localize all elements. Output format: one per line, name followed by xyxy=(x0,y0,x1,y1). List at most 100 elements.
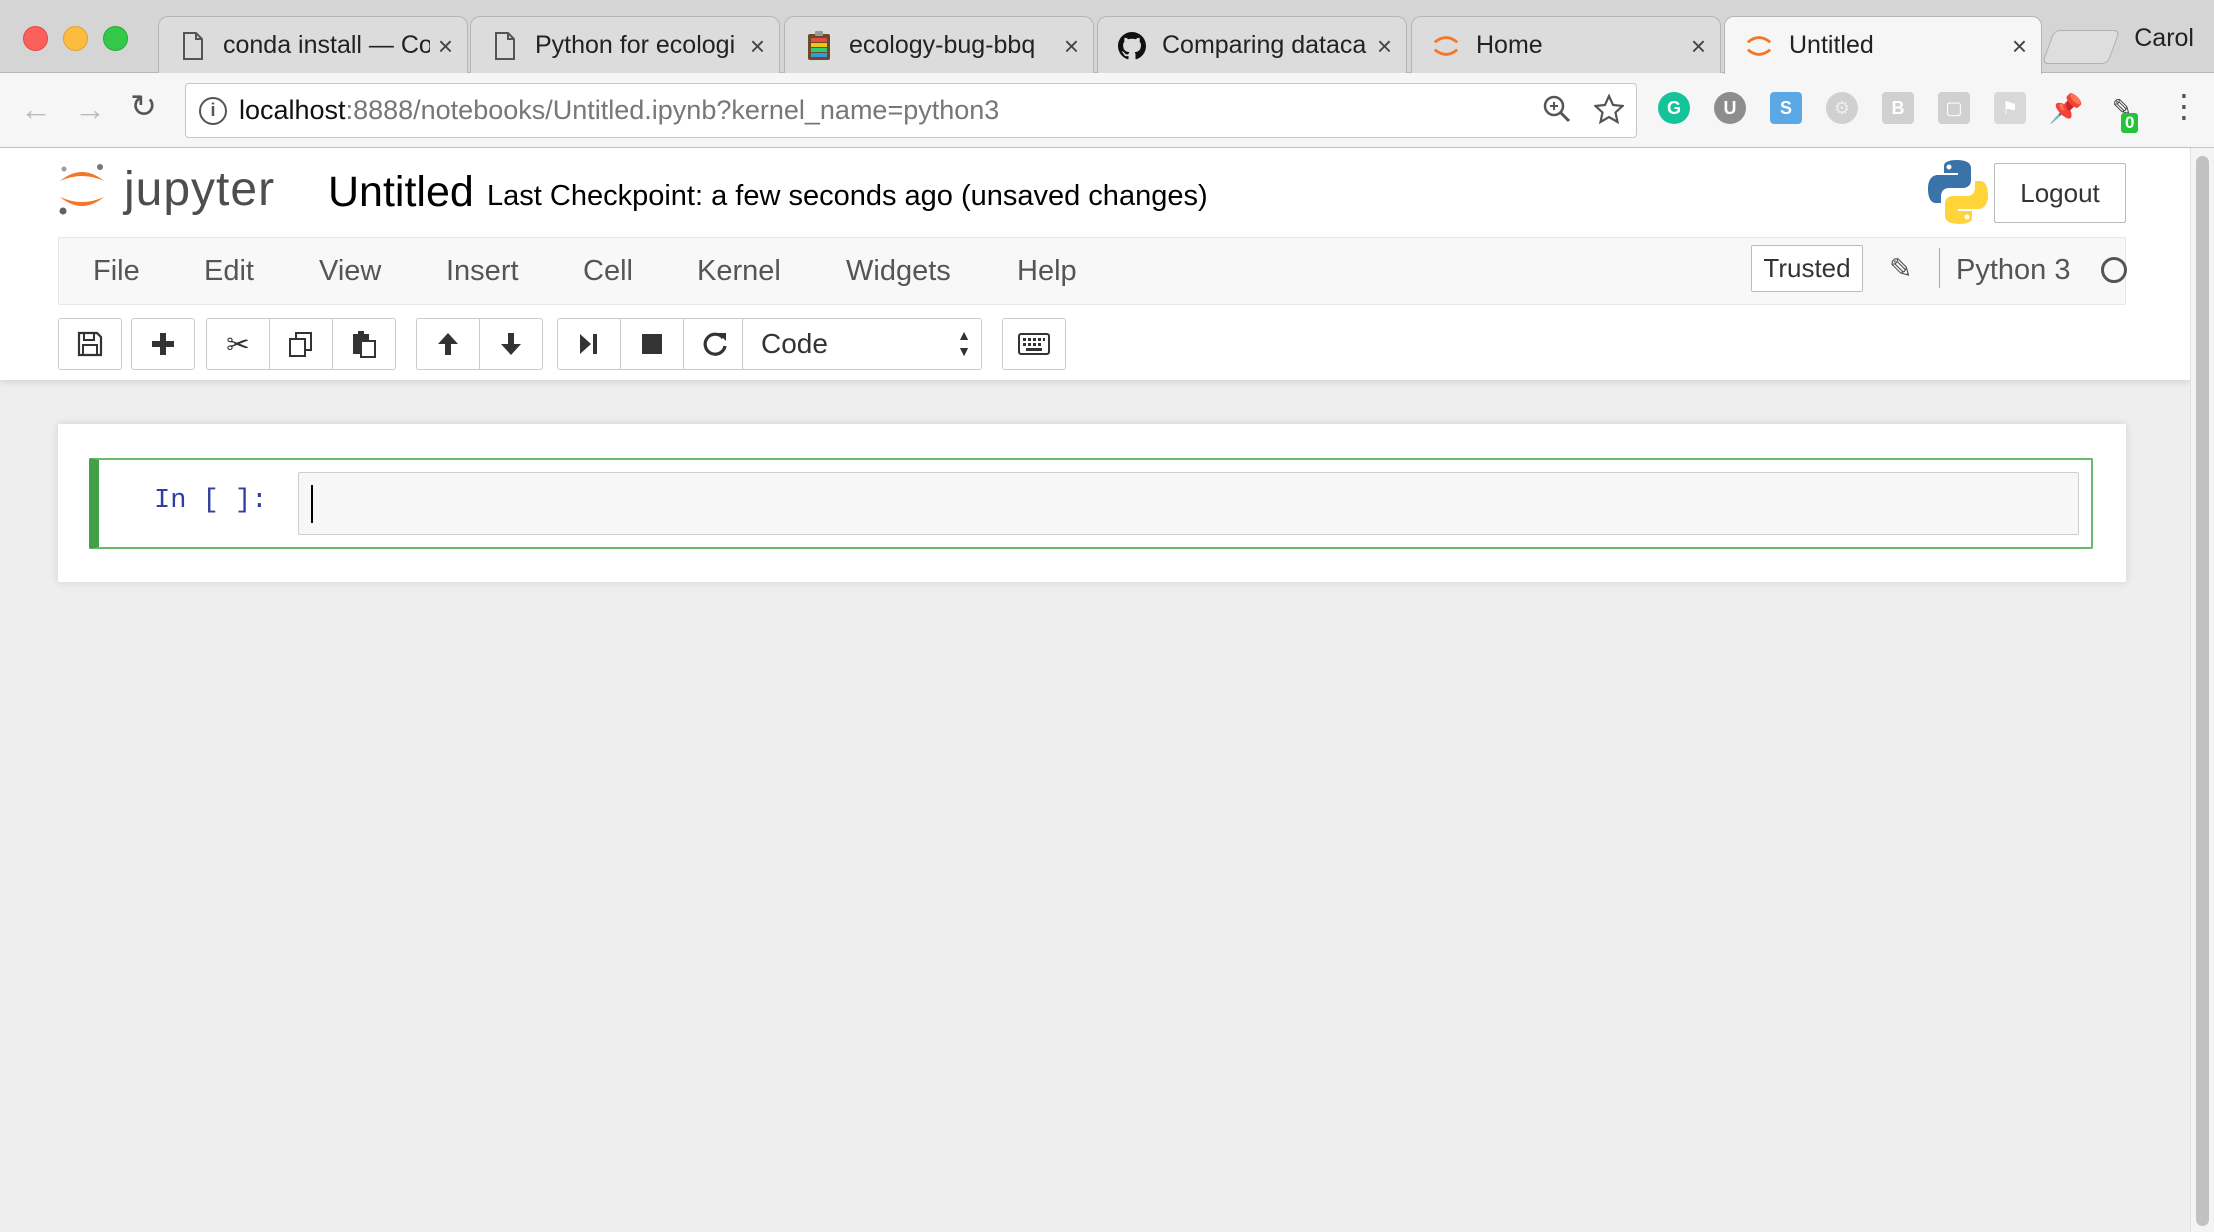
close-tab-icon[interactable]: × xyxy=(750,33,765,59)
forward-arrow-icon[interactable]: → xyxy=(74,91,106,128)
command-palette-button[interactable] xyxy=(1002,318,1066,370)
shield-extension-icon[interactable]: ⚑ xyxy=(1994,92,2026,124)
kernel-divider xyxy=(1939,248,1940,288)
url-text[interactable]: localhost:8888/notebooks/Untitled.ipynb?… xyxy=(239,95,999,126)
url-host: localhost xyxy=(239,95,346,125)
interrupt-button[interactable] xyxy=(620,318,684,370)
clipboard-group: ✂ xyxy=(206,318,396,370)
cell-type-select[interactable]: Code ▲ ▼ xyxy=(742,318,982,370)
stop-icon xyxy=(642,334,662,354)
info-icon[interactable]: i xyxy=(199,96,227,125)
close-tab-icon[interactable]: × xyxy=(438,33,453,59)
insert-group xyxy=(131,318,195,370)
jupyter-logo-text: jupyter xyxy=(124,162,276,216)
text-cursor xyxy=(311,485,313,523)
zoom-icon[interactable] xyxy=(1542,94,1572,132)
tab-title: ecology-bug-bbq xyxy=(849,31,1036,59)
menu-cell[interactable]: Cell xyxy=(583,255,633,288)
screen-extension-icon[interactable]: ▢ xyxy=(1938,92,1970,124)
copy-button[interactable] xyxy=(269,318,333,370)
code-input-area[interactable] xyxy=(298,472,2079,535)
menu-file[interactable]: File xyxy=(93,255,140,288)
github-icon xyxy=(1118,31,1146,61)
document-icon xyxy=(179,31,207,61)
clipboard-icon xyxy=(805,30,833,61)
page-scrollbar[interactable] xyxy=(2190,148,2214,1232)
close-window-button[interactable] xyxy=(23,26,48,51)
bookmark-star-icon[interactable] xyxy=(1592,93,1626,132)
browser-tab[interactable]: Python for ecologi × xyxy=(470,16,780,74)
menu-dots-icon[interactable]: ⋮ xyxy=(2168,87,2200,125)
menu-widgets[interactable]: Widgets xyxy=(846,255,951,288)
notebook-container: In [ ]: xyxy=(58,424,2126,582)
profile-name[interactable]: Carol xyxy=(2134,24,2194,53)
jupyter-logo-icon xyxy=(59,164,104,215)
cell-input-prompt: In [ ]: xyxy=(154,486,268,516)
menu-view[interactable]: View xyxy=(319,255,381,288)
browser-tab-strip: conda install — Co × Python for ecologi … xyxy=(0,0,2214,74)
checkpoint-status: Last Checkpoint: a few seconds ago (unsa… xyxy=(487,180,1208,212)
pin-extension-icon[interactable]: 📌 xyxy=(2049,92,2084,124)
notebook-title[interactable]: Untitled xyxy=(328,168,474,217)
browser-tab[interactable]: ecology-bug-bbq × xyxy=(784,16,1094,74)
trusted-indicator[interactable]: Trusted xyxy=(1751,245,1863,292)
jupyter-page: jupyter Untitled Last Checkpoint: a few … xyxy=(0,148,2190,1232)
new-tab-button[interactable] xyxy=(2041,30,2121,64)
document-icon xyxy=(491,31,519,61)
insert-cell-button[interactable] xyxy=(131,318,195,370)
back-arrow-icon[interactable]: ← xyxy=(20,91,52,128)
tab-title: Comparing dataca xyxy=(1162,31,1367,59)
select-arrows-icon: ▲ ▼ xyxy=(957,327,971,359)
gear-extension-icon[interactable]: ⚙ xyxy=(1826,92,1858,124)
ublock-extension-icon[interactable]: U xyxy=(1714,92,1746,124)
tab-title: Python for ecologi xyxy=(535,31,736,59)
close-tab-icon[interactable]: × xyxy=(1691,33,1706,59)
notebook-menubar: File Edit View Insert Cell Kernel Widget… xyxy=(58,237,2127,305)
restart-icon xyxy=(703,332,727,356)
edit-pencil-icon[interactable]: ✎ xyxy=(1889,252,1912,285)
restart-button[interactable] xyxy=(683,318,747,370)
step-forward-icon xyxy=(580,334,597,354)
python-logo-icon xyxy=(1928,160,1988,224)
scrollbar-thumb[interactable] xyxy=(2196,156,2209,1226)
paste-icon xyxy=(353,331,376,358)
move-up-button[interactable] xyxy=(416,318,480,370)
kernel-name[interactable]: Python 3 xyxy=(1956,254,2070,287)
browser-tab[interactable]: Home × xyxy=(1411,16,1721,74)
code-cell-selected[interactable]: In [ ]: xyxy=(89,458,2093,549)
logout-button[interactable]: Logout xyxy=(1994,163,2126,223)
maximize-window-button[interactable] xyxy=(103,26,128,51)
save-icon xyxy=(77,331,103,357)
s-extension-icon[interactable]: S xyxy=(1770,92,1802,124)
menu-insert[interactable]: Insert xyxy=(446,255,519,288)
tab-title: Untitled xyxy=(1789,31,1874,59)
url-path: :8888/notebooks/Untitled.ipynb?kernel_na… xyxy=(345,95,1000,125)
paste-button[interactable] xyxy=(332,318,396,370)
save-group xyxy=(58,318,122,370)
move-down-button[interactable] xyxy=(479,318,543,370)
reload-icon[interactable]: ↻ xyxy=(130,87,157,125)
jupyter-icon xyxy=(1432,31,1460,61)
menu-help[interactable]: Help xyxy=(1017,255,1077,288)
cut-button[interactable]: ✂ xyxy=(206,318,270,370)
save-button[interactable] xyxy=(58,318,122,370)
close-tab-icon[interactable]: × xyxy=(2012,33,2027,59)
browser-tab[interactable]: Comparing dataca × xyxy=(1097,16,1407,74)
cell-type-value: Code xyxy=(761,328,828,359)
run-button[interactable] xyxy=(557,318,621,370)
close-tab-icon[interactable]: × xyxy=(1377,33,1392,59)
plus-icon xyxy=(152,333,174,355)
scissors-icon: ✂ xyxy=(226,328,250,360)
b-extension-icon[interactable]: B xyxy=(1882,92,1914,124)
move-group xyxy=(416,318,543,370)
menu-kernel[interactable]: Kernel xyxy=(697,255,781,288)
browser-tab-active[interactable]: Untitled × xyxy=(1724,16,2042,74)
close-tab-icon[interactable]: × xyxy=(1064,33,1079,59)
browser-tab[interactable]: conda install — Co × xyxy=(158,16,468,74)
grammarly-extension-icon[interactable]: G xyxy=(1658,92,1690,124)
jupyter-logo[interactable]: jupyter xyxy=(56,161,275,217)
address-bar[interactable]: i localhost:8888/notebooks/Untitled.ipyn… xyxy=(185,83,1637,138)
menu-edit[interactable]: Edit xyxy=(204,255,254,288)
extension-badge: 0 xyxy=(2121,113,2139,133)
minimize-window-button[interactable] xyxy=(63,26,88,51)
